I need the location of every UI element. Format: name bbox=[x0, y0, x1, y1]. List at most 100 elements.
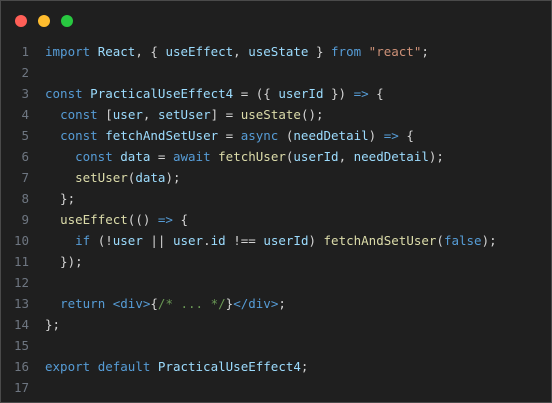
line-number: 13 bbox=[13, 296, 29, 311]
code-token: needDetail bbox=[353, 149, 429, 164]
code-token: ); bbox=[165, 170, 181, 185]
code-token: , bbox=[338, 149, 354, 164]
line-number: 1 bbox=[21, 44, 29, 59]
code-text: import React, { useEffect, useState } fr… bbox=[45, 41, 429, 62]
code-token: (); bbox=[300, 107, 324, 122]
minimize-window-button[interactable] bbox=[38, 15, 50, 27]
line-number: 12 bbox=[13, 275, 29, 290]
code-token: !== bbox=[225, 233, 264, 248]
code-token: || bbox=[142, 233, 173, 248]
code-token: false bbox=[443, 233, 482, 248]
code-line: 11 }); bbox=[1, 251, 551, 272]
code-token: userId bbox=[278, 86, 324, 101]
line-number: 14 bbox=[13, 317, 29, 332]
code-token: import bbox=[45, 44, 91, 59]
code-token: }; bbox=[45, 317, 61, 332]
code-token: setUser bbox=[75, 170, 128, 185]
code-token: const bbox=[60, 107, 98, 122]
code-token: . bbox=[203, 233, 211, 248]
code-token: } bbox=[308, 44, 332, 59]
code-token: data bbox=[135, 170, 166, 185]
code-line: 3 const PracticalUseEffect4 = ({ userId }… bbox=[1, 83, 551, 104]
code-token: { bbox=[172, 212, 189, 227]
code-token: => bbox=[383, 128, 399, 143]
code-text: setUser(data); bbox=[45, 167, 181, 188]
line-number: 6 bbox=[21, 149, 29, 164]
line-number: 15 bbox=[13, 338, 29, 353]
code-line: 6 const data = await fetchUser(userId, n… bbox=[1, 146, 551, 167]
code-text: const data = await fetchUser(userId, nee… bbox=[45, 146, 444, 167]
code-token: user bbox=[172, 233, 204, 248]
line-number: 10 bbox=[13, 233, 29, 248]
code-token: const bbox=[45, 86, 83, 101]
line-number: 5 bbox=[21, 128, 29, 143]
close-window-button[interactable] bbox=[15, 15, 27, 27]
code-token: userId bbox=[293, 149, 339, 164]
code-token: }; bbox=[45, 191, 76, 206]
code-token: id bbox=[210, 233, 226, 248]
code-token: { bbox=[368, 86, 384, 101]
code-token: { bbox=[398, 128, 414, 143]
code-editor[interactable]: 1 import React, { useEffect, useState } f… bbox=[1, 41, 551, 398]
code-text: }; bbox=[45, 314, 60, 335]
code-token: </div> bbox=[233, 296, 279, 311]
code-token: fetchAndSetUser bbox=[105, 128, 219, 143]
code-token: data bbox=[120, 149, 151, 164]
code-token: ); bbox=[428, 149, 444, 164]
code-token: ; bbox=[278, 296, 286, 311]
line-number: 16 bbox=[13, 359, 29, 374]
code-line: 14}; bbox=[1, 314, 551, 335]
code-text: const [user, setUser] = useState(); bbox=[45, 104, 324, 125]
maximize-window-button[interactable] bbox=[61, 15, 73, 27]
code-token: return bbox=[60, 296, 106, 311]
code-token: const bbox=[75, 149, 113, 164]
code-token: fetchAndSetUser bbox=[323, 233, 437, 248]
line-number: 9 bbox=[21, 212, 29, 227]
code-token: }) bbox=[323, 86, 354, 101]
code-line: 17 bbox=[1, 377, 551, 398]
code-line: 4 const [user, setUser] = useState(); bbox=[1, 104, 551, 125]
code-line: 12 bbox=[1, 272, 551, 293]
code-token: user bbox=[112, 233, 143, 248]
code-line: 16 export default PracticalUseEffect4; bbox=[1, 356, 551, 377]
code-token: = bbox=[218, 128, 241, 143]
code-text: const PracticalUseEffect4 = ({ userId })… bbox=[45, 83, 384, 104]
code-token: "react" bbox=[368, 44, 422, 59]
code-token: = bbox=[150, 149, 173, 164]
code-token: ) bbox=[368, 128, 384, 143]
code-token: default bbox=[97, 359, 151, 374]
code-line: 1 import React, { useEffect, useState } f… bbox=[1, 41, 551, 62]
code-token: useState bbox=[240, 107, 301, 122]
code-token: fetchUser bbox=[218, 149, 286, 164]
code-token: useEffect bbox=[60, 212, 128, 227]
code-token: setUser bbox=[157, 107, 211, 122]
code-token: ] = bbox=[210, 107, 241, 122]
code-text: }; bbox=[45, 188, 75, 209]
code-token: ( bbox=[278, 128, 294, 143]
code-token: , bbox=[233, 44, 249, 59]
code-text: const fetchAndSetUser = async (needDetai… bbox=[45, 125, 414, 146]
code-token: const bbox=[60, 128, 98, 143]
code-token: [ bbox=[97, 107, 113, 122]
code-token: { bbox=[150, 296, 158, 311]
code-token: ( bbox=[436, 233, 444, 248]
code-token: export bbox=[45, 359, 91, 374]
code-token: ; bbox=[300, 359, 309, 374]
line-number: 7 bbox=[21, 170, 29, 185]
code-text: export default PracticalUseEffect4; bbox=[45, 356, 308, 377]
code-token: => bbox=[353, 86, 369, 101]
code-token: , bbox=[142, 107, 158, 122]
code-text: return <div>{/* ... */}</div>; bbox=[45, 293, 286, 314]
code-token: }); bbox=[45, 254, 83, 269]
code-text: }); bbox=[45, 251, 83, 272]
code-line: 15 bbox=[1, 335, 551, 356]
